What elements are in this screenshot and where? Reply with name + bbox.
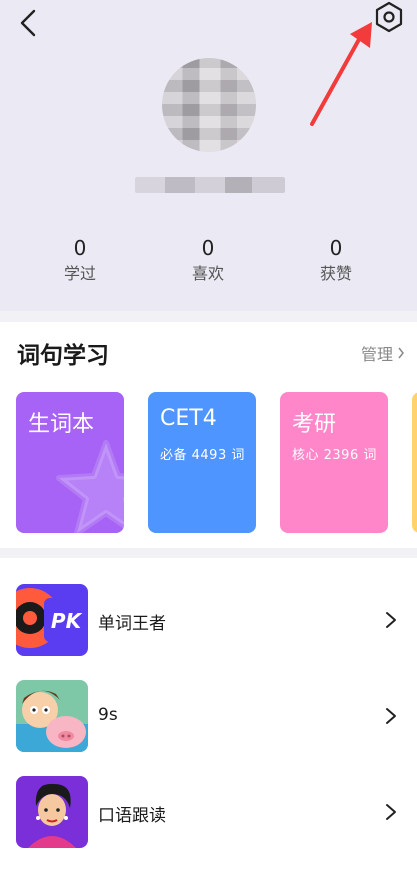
stat-value: 0 [329, 236, 343, 260]
card-title: CET4 [160, 406, 217, 431]
card-kaoyan[interactable]: 考研 核心 2396 词 [280, 392, 388, 533]
cartoon-characters-icon [16, 680, 88, 752]
list-item-oral-reading[interactable]: 口语跟读 [0, 750, 417, 848]
avatar[interactable] [162, 58, 256, 152]
stat-label: 喜欢 [191, 264, 224, 283]
chevron-right-icon [386, 804, 396, 820]
stat-value: 0 [201, 236, 215, 260]
chevron-left-icon[interactable] [14, 8, 44, 38]
chevron-right-icon [386, 708, 396, 724]
pk-badge-icon: PK [16, 584, 88, 656]
annotation-arrow-icon [310, 22, 372, 126]
svg-text:PK: PK [51, 609, 83, 633]
stat-label: 获赞 [319, 264, 352, 283]
chevron-right-icon [386, 612, 396, 628]
cartoon-woman-icon [16, 776, 88, 848]
card-vocab-book[interactable]: 生词本 [16, 392, 124, 533]
manage-label: 管理 [360, 345, 393, 364]
list-item-word-king[interactable]: PK 单词王者 [0, 558, 417, 656]
list-item-9s[interactable]: 9s [0, 654, 417, 752]
stat-likes-received[interactable]: 0 获赞 [291, 236, 381, 284]
section-title: 词句学习 [17, 343, 109, 369]
card-subtitle: 核心 2396 词 [292, 448, 377, 463]
stat-learned[interactable]: 0 学过 [35, 236, 125, 284]
stat-liked[interactable]: 0 喜欢 [163, 236, 253, 284]
card-title: 生词本 [28, 412, 95, 437]
card-cet4[interactable]: CET4 必备 4493 词 [148, 392, 256, 533]
profile-header: 0 学过 0 喜欢 0 获赞 [0, 0, 417, 311]
stat-label: 学过 [63, 264, 96, 283]
chevron-right-icon [398, 347, 404, 359]
list-item-label: 9s [98, 705, 118, 725]
vocab-section: 词句学习 管理 生词本 CET4 必备 4493 词 考研 核心 2396 词 [0, 322, 417, 548]
card-subtitle: 必备 4493 词 [160, 448, 245, 463]
username-blurred [135, 177, 285, 193]
feature-list: PK 单词王者 9s 口语跟读 [0, 558, 417, 872]
star-icon [56, 440, 124, 533]
list-item-label: 单词王者 [98, 614, 166, 634]
list-item-label: 口语跟读 [98, 806, 166, 826]
card-partial[interactable] [412, 392, 417, 533]
manage-link[interactable]: 管理 [361, 341, 405, 365]
card-title: 考研 [292, 412, 337, 437]
stat-value: 0 [73, 236, 87, 260]
